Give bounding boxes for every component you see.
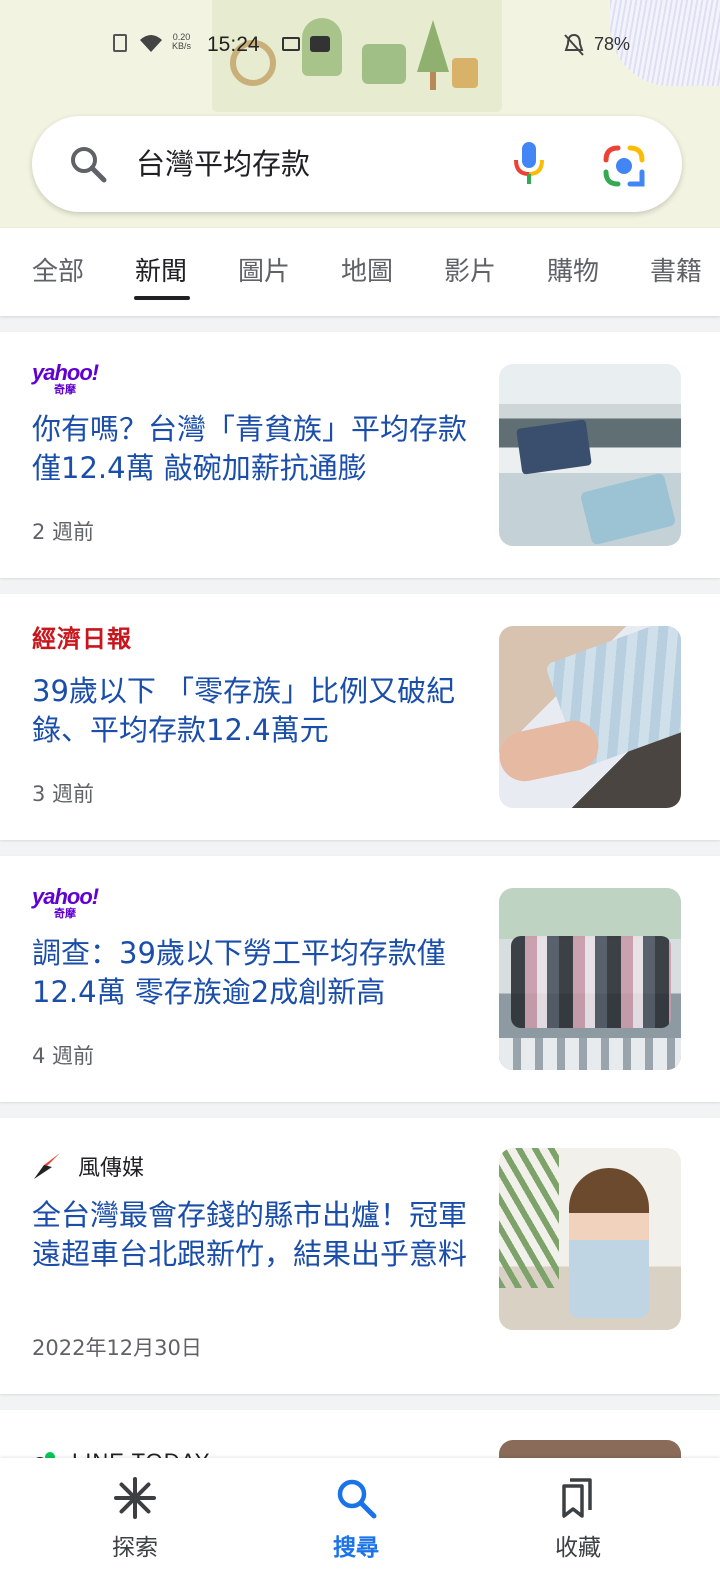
news-card[interactable]: 經濟日報 39歲以下 「零存族」比例又破紀錄、平均存款12.4萬元 3 週前 — [0, 594, 720, 840]
source-logo-yahoo: yahoo! 奇摩 — [32, 884, 99, 922]
doodle-tree-trunk — [430, 72, 436, 90]
source-name: yahoo! — [32, 884, 99, 909]
news-thumbnail[interactable] — [499, 1148, 681, 1330]
mute-bell-icon — [564, 33, 584, 56]
asterisk-icon — [114, 1477, 156, 1519]
sim-icon — [113, 34, 127, 52]
tab-shopping[interactable]: 購物 — [547, 252, 599, 292]
battery-level: 78% — [594, 34, 631, 54]
source-name: yahoo! — [32, 360, 99, 385]
source-sub: 奇摩 — [54, 384, 76, 396]
nav-label: 收藏 — [555, 1535, 601, 1561]
news-headline[interactable]: 調查：39歲以下勞工平均存款僅12.4萬 零存族逾2成創新高 — [32, 934, 472, 1012]
news-thumbnail[interactable] — [499, 364, 681, 546]
source-logo-yahoo: yahoo! 奇摩 — [32, 360, 99, 398]
clock: 15:24 — [207, 33, 260, 56]
tab-videos[interactable]: 影片 — [444, 252, 496, 292]
nav-discover[interactable]: 探索 — [75, 1476, 195, 1562]
source-name: 經濟日報 — [32, 624, 132, 653]
source-logo-udn: 經濟日報 — [32, 624, 132, 660]
search-bar[interactable]: 台灣平均存款 — [32, 116, 682, 212]
cast-icon — [282, 37, 300, 51]
search-tabs: 全部 新聞 圖片 地圖 影片 購物 書籍 — [0, 228, 720, 316]
source-name: 風傳媒 — [78, 1156, 145, 1181]
news-time: 2 週前 — [32, 520, 95, 544]
nav-search[interactable]: 搜尋 — [296, 1476, 416, 1562]
news-headline[interactable]: 全台灣最會存錢的縣市出爐！冠軍遠超車台北跟新竹，結果出乎意料 — [32, 1196, 472, 1274]
news-time: 3 週前 — [32, 782, 95, 806]
source-logo-storm: 風傳媒 — [32, 1148, 144, 1184]
wifi-icon — [140, 35, 162, 52]
news-card[interactable]: yahoo! 奇摩 你有嗎？台灣「青貧族」平均存款僅12.4萬 敲碗加薪抗通膨 … — [0, 332, 720, 578]
news-card[interactable]: yahoo! 奇摩 調查：39歲以下勞工平均存款僅12.4萬 零存族逾2成創新高… — [0, 856, 720, 1102]
active-tab-indicator — [134, 296, 190, 300]
app-notification-icon — [310, 36, 330, 52]
google-lens-icon[interactable] — [602, 144, 646, 188]
search-icon — [337, 1479, 377, 1519]
status-bar: 0.20 KB/s 15:24 78% — [0, 28, 720, 64]
nav-saved[interactable]: 收藏 — [518, 1476, 638, 1562]
tab-maps[interactable]: 地圖 — [341, 252, 393, 292]
network-speed: 0.20 KB/s — [172, 32, 192, 51]
bottom-navigation: 探索 搜尋 收藏 — [0, 1458, 720, 1584]
search-query[interactable]: 台灣平均存款 — [136, 144, 310, 184]
news-thumbnail[interactable] — [499, 626, 681, 808]
news-headline[interactable]: 39歲以下 「零存族」比例又破紀錄、平均存款12.4萬元 — [32, 672, 472, 750]
bookmarks-icon — [562, 1478, 592, 1518]
source-sub: 奇摩 — [54, 908, 76, 920]
tab-images[interactable]: 圖片 — [238, 252, 290, 292]
nav-label: 探索 — [112, 1535, 158, 1561]
search-icon — [71, 147, 107, 183]
storm-media-logo-icon — [34, 1153, 60, 1179]
tab-all[interactable]: 全部 — [32, 252, 84, 292]
tab-news[interactable]: 新聞 — [135, 252, 187, 292]
news-card[interactable]: 風傳媒 全台灣最會存錢的縣市出爐！冠軍遠超車台北跟新竹，結果出乎意料 2022年… — [0, 1118, 720, 1394]
news-time: 2022年12月30日 — [32, 1336, 202, 1360]
news-time: 4 週前 — [32, 1044, 95, 1068]
header: 0.20 KB/s 15:24 78% 台灣平均存款 — [0, 0, 720, 228]
nav-label: 搜尋 — [333, 1535, 379, 1561]
news-headline[interactable]: 你有嗎？台灣「青貧族」平均存款僅12.4萬 敲碗加薪抗通膨 — [32, 410, 472, 488]
microphone-icon[interactable] — [512, 140, 546, 188]
tab-books[interactable]: 書籍 — [650, 252, 702, 292]
news-thumbnail[interactable] — [499, 888, 681, 1070]
